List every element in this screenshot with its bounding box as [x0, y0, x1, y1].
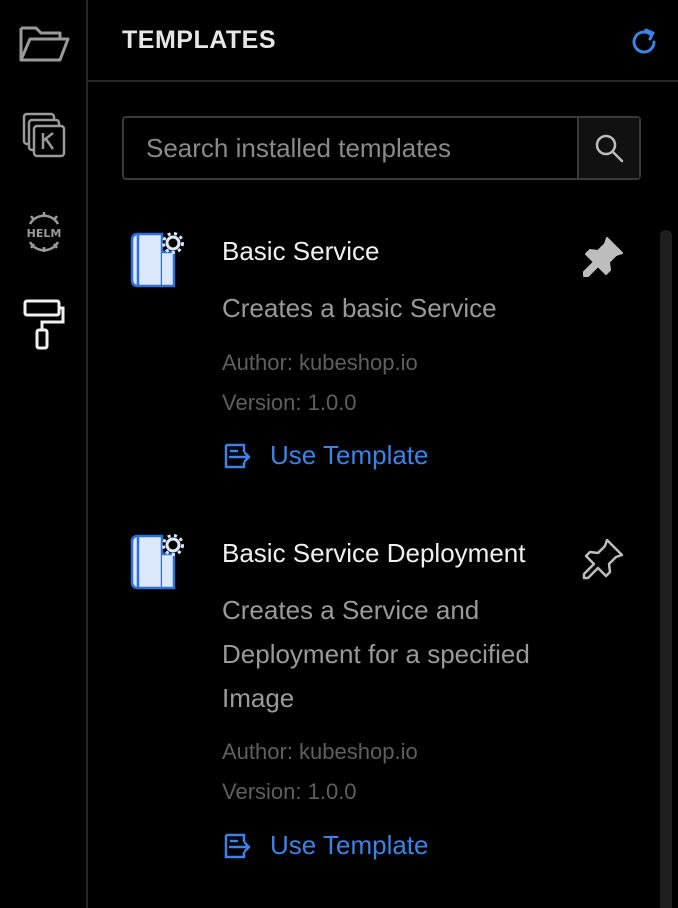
activity-bar: HELM: [0, 0, 88, 908]
template-version: Version: 1.0.0: [222, 779, 357, 804]
use-template-label: Use Template: [270, 440, 429, 470]
refresh-button[interactable]: [628, 26, 660, 58]
activity-helm-button[interactable]: HELM: [14, 204, 74, 260]
refresh-icon: [632, 28, 656, 54]
use-template-button[interactable]: Use Template: [222, 440, 429, 471]
template-item: Basic Service Deployment Creates a Servi…: [88, 532, 648, 872]
template-description: Creates a Service and Deployment for a s…: [222, 595, 530, 713]
helm-icon-label: HELM: [27, 227, 62, 240]
helm-icon: HELM: [27, 212, 62, 252]
use-template-icon: [224, 833, 251, 858]
template-author: Author: kubeshop.io: [222, 350, 418, 375]
use-template-icon: [224, 443, 251, 468]
search-icon: [595, 134, 624, 163]
search-button[interactable]: [577, 118, 639, 178]
search-box: [122, 116, 641, 180]
use-template-button[interactable]: Use Template: [222, 830, 429, 861]
template-name: Basic Service: [222, 236, 380, 266]
template-item: Basic Service Creates a basic Service Au…: [88, 230, 648, 480]
template-description: Creates a basic Service: [222, 293, 497, 323]
template-name: Basic Service Deployment: [222, 538, 526, 568]
pin-button[interactable]: [580, 536, 626, 582]
template-version: Version: 1.0.0: [222, 390, 357, 415]
paint-roller-icon: [23, 299, 65, 350]
pin-filled-icon: [583, 237, 623, 277]
scrollbar[interactable]: [660, 230, 672, 908]
panel-title: TEMPLATES: [122, 26, 277, 54]
kustomize-icon: [22, 112, 66, 158]
pin-button[interactable]: [580, 234, 626, 280]
search-input[interactable]: [124, 118, 578, 178]
templates-panel: TEMPLATES Search installed templates Bas…: [88, 0, 678, 908]
app-window: HELM TEMPLATES Search installed template…: [0, 0, 678, 908]
activity-files-button[interactable]: [14, 16, 74, 72]
activity-kustomize-button[interactable]: [14, 108, 74, 164]
activity-templates-button[interactable]: [14, 296, 74, 352]
folder-open-icon: [19, 26, 70, 62]
use-template-label: Use Template: [270, 830, 429, 860]
panel-header: TEMPLATES: [88, 0, 678, 82]
template-author: Author: kubeshop.io: [222, 739, 418, 764]
pin-outline-icon: [582, 538, 624, 580]
template-icon: [130, 232, 184, 288]
template-icon: [130, 534, 184, 590]
